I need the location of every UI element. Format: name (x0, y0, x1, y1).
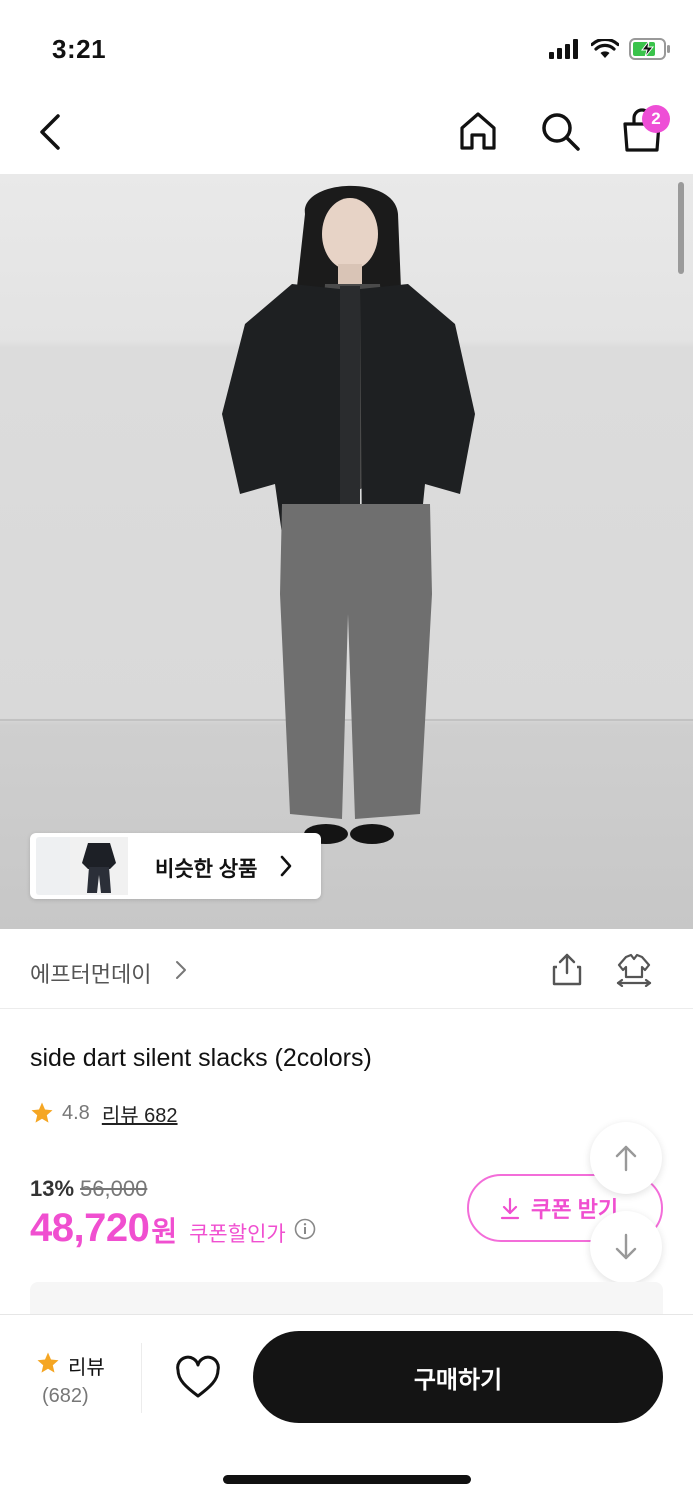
scroll-down-button[interactable] (590, 1211, 662, 1283)
info-icon[interactable] (294, 1218, 316, 1240)
similar-products-button[interactable]: 비슷한 상품 (30, 833, 321, 899)
coupon-discount-label: 쿠폰할인가 (189, 1223, 286, 1246)
share-icon[interactable] (549, 951, 585, 987)
original-price: 56,000 (80, 1176, 148, 1201)
brand-name-link[interactable]: 에프터먼데이 (30, 957, 151, 989)
home-indicator (223, 1475, 471, 1484)
status-time: 3:21 (52, 34, 107, 64)
arrow-down-icon (615, 1233, 637, 1260)
size-fit-icon[interactable] (614, 951, 654, 987)
brand-row: 에프터먼데이 (0, 929, 693, 1009)
currency-unit: 원 (151, 1216, 178, 1247)
discount-row: 13% 56,000 (30, 1176, 147, 1202)
chevron-right-icon (280, 855, 292, 877)
review-count-link[interactable]: 리뷰 682 (102, 1099, 178, 1128)
home-icon[interactable] (455, 108, 501, 154)
signal-icon (549, 39, 578, 59)
similar-product-thumbnail (36, 837, 74, 895)
status-bar: 3:21 (0, 0, 693, 96)
bottom-action-bar: 리뷰 (682) 구매하기 (0, 1314, 693, 1500)
cart-count-badge: 2 (642, 105, 670, 133)
battery-charging-icon (629, 38, 670, 60)
buy-button[interactable]: 구매하기 (253, 1331, 663, 1423)
arrow-up-icon (615, 1145, 637, 1172)
rating-row: 4.8 리뷰 682 (30, 1098, 178, 1128)
star-icon (31, 1102, 53, 1123)
price-row: 48,720 원 쿠폰할인가 (30, 1206, 316, 1251)
similar-products-label: 비슷한 상품 (155, 858, 258, 881)
wifi-icon (591, 39, 619, 58)
back-arrow-icon[interactable] (30, 110, 74, 154)
download-arrow-icon (500, 1197, 520, 1220)
product-image[interactable] (0, 174, 693, 929)
model-photo (222, 185, 475, 844)
sale-price: 48,720 (30, 1206, 150, 1250)
rating-value: 4.8 (62, 1101, 90, 1124)
review-summary-button[interactable]: 리뷰 (682) (30, 1345, 140, 1425)
outfit-thumbnail-image (82, 843, 116, 893)
divider (141, 1343, 142, 1413)
review-summary-label: 리뷰 (68, 1357, 105, 1379)
heart-icon[interactable] (174, 1355, 222, 1401)
product-title: side dart silent slacks (2colors) (30, 1044, 372, 1072)
star-icon (37, 1352, 59, 1373)
chevron-right-icon (176, 961, 186, 979)
search-icon[interactable] (537, 108, 583, 154)
nav-bar (0, 96, 693, 174)
review-summary-count: (682) (42, 1385, 89, 1407)
image-scroll-indicator (678, 182, 684, 274)
discount-rate: 13% (30, 1176, 75, 1201)
similar-product-thumbnail (70, 837, 128, 895)
status-icons (549, 38, 671, 60)
scroll-up-button[interactable] (590, 1122, 662, 1194)
